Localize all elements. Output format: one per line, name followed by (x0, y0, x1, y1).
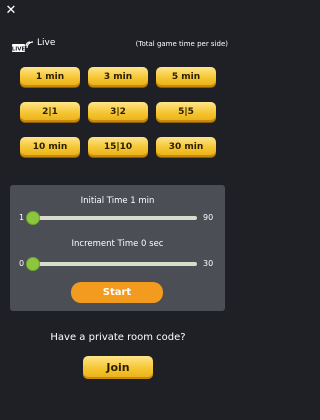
initial-time-slider[interactable] (27, 212, 197, 224)
time-control-2-1[interactable]: 2|1 (20, 102, 80, 122)
increment-time-slider-thumb[interactable] (27, 258, 39, 270)
time-control-3-min[interactable]: 3 min (88, 67, 148, 87)
time-control-10-min[interactable]: 10 min (20, 137, 80, 157)
close-icon[interactable]: ✕ (4, 4, 18, 18)
game-time-subtitle: (Total game time per side) (135, 40, 228, 48)
increment-time-max: 30 (203, 259, 214, 268)
time-control-30-min[interactable]: 30 min (156, 137, 216, 157)
private-room-prompt: Have a private room code? (50, 332, 186, 343)
initial-time-label: Initial Time 1 min (80, 196, 155, 206)
custom-time-panel: Initial Time 1 min 1 90 Increment Time 0… (10, 185, 225, 311)
time-control-5-5[interactable]: 5|5 (156, 102, 216, 122)
time-control-1-min[interactable]: 1 min (20, 67, 80, 87)
join-button[interactable]: Join (83, 356, 153, 379)
increment-time-slider[interactable] (27, 258, 197, 270)
start-button[interactable]: Start (71, 282, 163, 303)
time-control-15-10[interactable]: 15|10 (88, 137, 148, 157)
initial-time-max: 90 (203, 213, 214, 222)
initial-time-slider-thumb[interactable] (27, 212, 39, 224)
increment-time-min: 0 (19, 259, 25, 268)
live-label: Live (37, 38, 56, 48)
live-header: LIVE Live (Total game time per side) (12, 37, 228, 53)
live-broadcast-icon: LIVE (12, 38, 34, 53)
time-control-3-2[interactable]: 3|2 (88, 102, 148, 122)
initial-time-min: 1 (19, 213, 25, 222)
svg-text:LIVE: LIVE (12, 47, 26, 53)
increment-time-label: Increment Time 0 sec (71, 239, 164, 249)
time-control-5-min[interactable]: 5 min (156, 67, 216, 87)
